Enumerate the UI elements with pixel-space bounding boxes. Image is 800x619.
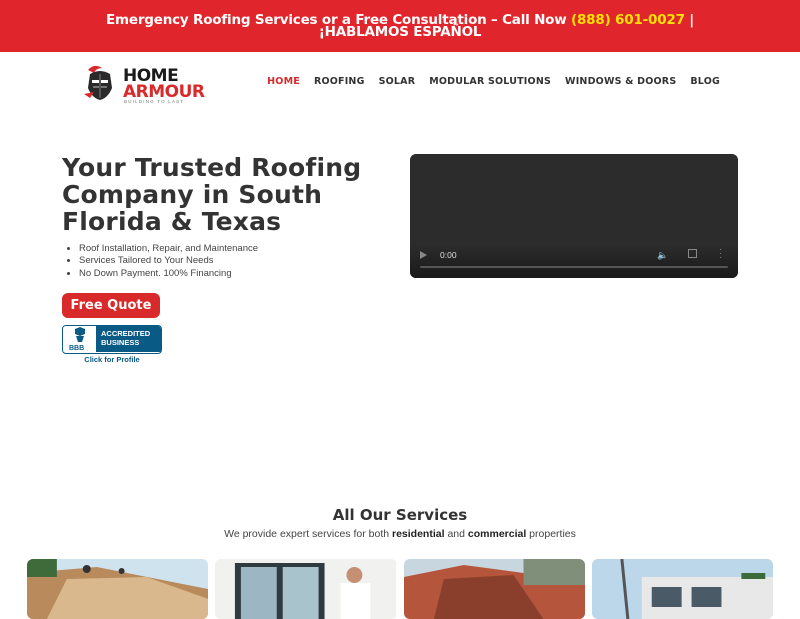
services-title: All Our Services bbox=[332, 506, 468, 524]
nav-modular-solutions[interactable]: MODULAR SOLUTIONS bbox=[429, 76, 551, 87]
services-sub-commercial: commercial bbox=[467, 528, 527, 540]
services-subtitle: We provide expert services for both resi… bbox=[0, 528, 800, 540]
video-time: 0:00 bbox=[440, 250, 457, 260]
banner-text: Emergency Roofing Services or a Free Con… bbox=[60, 12, 740, 39]
fullscreen-icon[interactable] bbox=[688, 249, 697, 258]
bbb-line-2: BUSINESS bbox=[101, 337, 140, 347]
bbb-accredited-badge[interactable]: BBB ACCREDITED BUSINESS Click for Profil… bbox=[62, 325, 162, 365]
bbb-profile-link[interactable]: Click for Profile bbox=[62, 355, 162, 364]
nav-windows-doors[interactable]: WINDOWS & DOORS bbox=[565, 76, 676, 87]
services-sub-text: and bbox=[444, 528, 468, 540]
nav-home[interactable]: HOME bbox=[267, 76, 300, 87]
video-progress-bar[interactable] bbox=[420, 266, 728, 268]
volume-icon[interactable]: 🔈 bbox=[657, 250, 668, 261]
more-options-icon[interactable]: · · · bbox=[719, 245, 722, 263]
nav-solar[interactable]: SOLAR bbox=[379, 76, 416, 87]
services-sub-text: We provide expert services for both bbox=[224, 528, 392, 540]
services-sub-text: properties bbox=[526, 528, 576, 540]
services-sub-residential: residential bbox=[392, 528, 445, 540]
hero-video-player[interactable]: 0:00 🔈 · · · bbox=[410, 154, 738, 278]
bbb-mark-text: BBB bbox=[69, 345, 84, 352]
free-quote-button[interactable]: Free Quote bbox=[62, 293, 160, 318]
service-card-roof-repair-image[interactable] bbox=[403, 559, 585, 619]
services-cards bbox=[27, 559, 773, 619]
hero-bullet: Services Tailored to Your Needs bbox=[79, 255, 258, 267]
main-nav: HOME ROOFING SOLAR MODULAR SOLUTIONS WIN… bbox=[267, 76, 720, 87]
service-card-modular-image[interactable] bbox=[591, 559, 773, 619]
hero-bullet-list: Roof Installation, Repair, and Maintenan… bbox=[79, 243, 258, 280]
hero-bullet: Roof Installation, Repair, and Maintenan… bbox=[79, 243, 258, 255]
knight-helmet-icon bbox=[84, 65, 112, 100]
emergency-banner: Emergency Roofing Services or a Free Con… bbox=[0, 0, 800, 52]
hero-title: Your Trusted Roofing Company in South Fl… bbox=[62, 153, 362, 236]
service-card-roofing-image[interactable] bbox=[27, 559, 209, 619]
home-armour-logo[interactable]: HOME ARMOUR BUILDING TO LAST bbox=[80, 62, 220, 104]
play-icon[interactable] bbox=[420, 251, 427, 259]
nav-blog[interactable]: BLOG bbox=[690, 76, 720, 87]
service-card-windows-image[interactable] bbox=[215, 559, 397, 619]
phone-link[interactable]: (888) 601-0027 bbox=[571, 12, 685, 28]
bbb-badge-box: BBB ACCREDITED BUSINESS bbox=[62, 325, 162, 354]
site-header: HOME ARMOUR BUILDING TO LAST HOME ROOFIN… bbox=[0, 52, 800, 114]
hero-bullet: No Down Payment. 100% Financing bbox=[79, 268, 258, 280]
bbb-badge-text: ACCREDITED BUSINESS bbox=[97, 326, 161, 352]
nav-roofing[interactable]: ROOFING bbox=[314, 76, 365, 87]
bbb-torch-icon: BBB bbox=[63, 326, 97, 352]
logo-tagline: BUILDING TO LAST bbox=[124, 99, 185, 104]
